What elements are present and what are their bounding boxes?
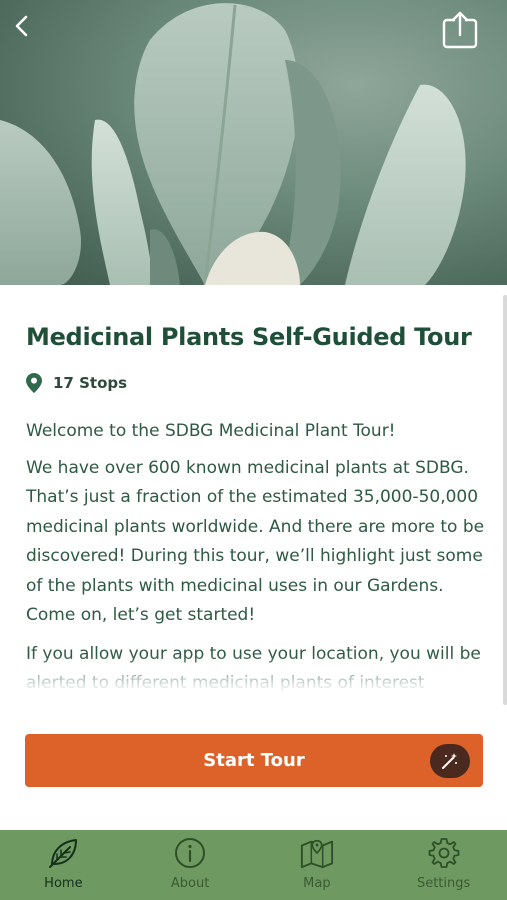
tab-settings[interactable]: Settings — [380, 830, 507, 900]
gear-icon — [428, 838, 460, 868]
stops-count: 17 Stops — [26, 373, 127, 393]
tour-title: Medicinal Plants Self-Guided Tour — [26, 323, 472, 351]
bottom-tab-bar: Home About Map Settings — [0, 830, 507, 900]
plant-leaves-illustration — [0, 3, 466, 285]
start-tour-button[interactable]: Start Tour — [25, 734, 483, 787]
hero-image — [0, 0, 507, 285]
map-icon — [300, 839, 333, 869]
magic-wand-icon — [442, 753, 457, 769]
tab-home-label: Home — [44, 876, 83, 891]
leaf-icon — [49, 839, 78, 868]
start-tour-label: Start Tour — [203, 750, 305, 771]
stops-label: 17 Stops — [53, 374, 128, 392]
tab-home[interactable]: Home — [0, 830, 127, 900]
text-fade-overlay — [26, 655, 506, 699]
tab-map-label: Map — [303, 876, 331, 891]
magic-wand-button[interactable] — [430, 744, 470, 778]
map-pin-icon — [26, 373, 42, 393]
description-paragraph: We have over 600 known medicinal plants … — [26, 457, 485, 626]
tab-about-label: About — [170, 876, 210, 891]
tab-map[interactable]: Map — [254, 830, 381, 900]
share-icon — [442, 11, 478, 49]
chevron-left-icon — [15, 15, 28, 37]
scrollbar[interactable] — [503, 295, 507, 705]
back-button[interactable] — [12, 14, 52, 54]
tab-about[interactable]: About — [127, 830, 254, 900]
tab-settings-label: Settings — [416, 876, 471, 891]
info-icon — [175, 838, 206, 868]
share-button[interactable] — [440, 10, 488, 58]
welcome-text: Welcome to the SDBG Medicinal Plant Tour… — [26, 421, 396, 441]
